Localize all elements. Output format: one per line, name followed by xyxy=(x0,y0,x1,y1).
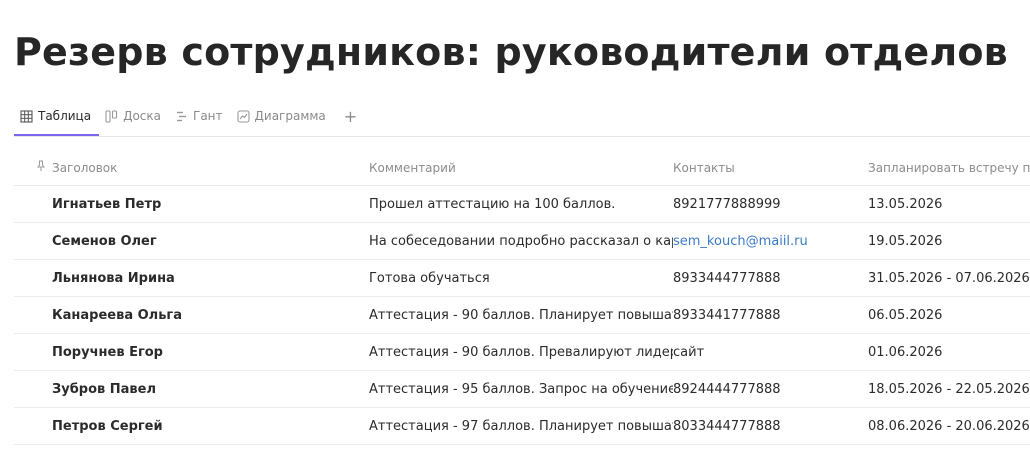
row-contact[interactable]: 8921777888999 xyxy=(673,197,868,212)
row-comment[interactable]: Аттестация - 95 баллов. Запрос на обучен… xyxy=(369,382,673,397)
column-header-contacts[interactable]: Контакты xyxy=(673,161,868,175)
row-meeting[interactable]: 13.05.2026 xyxy=(868,197,1030,212)
view-tabs: Таблица Доска Гант Диаграмма + xyxy=(14,96,365,136)
tabs-divider xyxy=(14,136,1030,137)
row-comment[interactable]: Прошел аттестацию на 100 баллов. xyxy=(369,197,673,212)
row-contact-email-link[interactable]: sem_kouch@maiil.ru xyxy=(673,234,868,249)
table-row[interactable]: Игнатьев Петр Прошел аттестацию на 100 б… xyxy=(14,186,1030,223)
tab-gantt-label: Гант xyxy=(193,109,223,123)
row-title[interactable]: Семенов Олег xyxy=(14,234,369,249)
column-header-title[interactable]: Заголовок xyxy=(14,160,369,175)
row-title[interactable]: Льнянова Ирина xyxy=(14,271,369,286)
chart-icon xyxy=(236,109,250,123)
table-row[interactable]: Льнянова Ирина Готова обучаться 89334447… xyxy=(14,260,1030,297)
table-row[interactable]: Зубров Павел Аттестация - 95 баллов. Зап… xyxy=(14,371,1030,408)
page-title: Резерв сотрудников: руководители отделов xyxy=(14,30,1008,74)
tab-board-label: Доска xyxy=(123,109,161,123)
gantt-icon xyxy=(175,110,188,123)
row-meeting[interactable]: 31.05.2026 - 07.06.2026 xyxy=(868,271,1030,286)
table-row[interactable]: Петров Сергей Аттестация - 97 баллов. Пл… xyxy=(14,408,1030,445)
table-header: Заголовок Комментарий Контакты Запланиро… xyxy=(14,150,1030,186)
row-meeting[interactable]: 08.06.2026 - 20.06.2026 xyxy=(868,419,1030,434)
row-meeting[interactable]: 06.05.2026 xyxy=(868,308,1030,323)
pin-icon xyxy=(36,160,46,175)
row-meeting[interactable]: 18.05.2026 - 22.05.2026 xyxy=(868,382,1030,397)
add-tab-button[interactable]: + xyxy=(334,96,365,136)
row-contact[interactable]: сайт xyxy=(673,345,868,360)
row-comment[interactable]: Аттестация - 90 баллов. Превалируют лиде… xyxy=(369,345,673,360)
column-header-meeting[interactable]: Запланировать встречу п xyxy=(868,161,1030,175)
row-contact[interactable]: 8924444777888 xyxy=(673,382,868,397)
tab-table-label: Таблица xyxy=(38,109,92,123)
row-meeting[interactable]: 19.05.2026 xyxy=(868,234,1030,249)
row-meeting[interactable]: 01.06.2026 xyxy=(868,345,1030,360)
table-row[interactable]: Семенов Олег На собеседовании подробно р… xyxy=(14,223,1030,260)
column-header-comment[interactable]: Комментарий xyxy=(369,161,673,175)
column-header-title-label: Заголовок xyxy=(52,160,118,175)
table-row[interactable]: Поручнев Егор Аттестация - 90 баллов. Пр… xyxy=(14,334,1030,371)
tab-board[interactable]: Доска xyxy=(99,96,169,136)
row-contact[interactable]: 8933441777888 xyxy=(673,308,868,323)
row-contact[interactable]: 8933444777888 xyxy=(673,271,868,286)
row-title[interactable]: Поручнев Егор xyxy=(14,345,369,360)
row-title[interactable]: Петров Сергей xyxy=(14,419,369,434)
row-title[interactable]: Игнатьев Петр xyxy=(14,197,369,212)
board-icon xyxy=(105,109,118,123)
row-contact[interactable]: 8033444777888 xyxy=(673,419,868,434)
table-row[interactable]: Канареева Ольга Аттестация - 90 баллов. … xyxy=(14,297,1030,334)
row-title[interactable]: Канареева Ольга xyxy=(14,308,369,323)
tab-chart-label: Диаграмма xyxy=(254,109,326,123)
row-comment[interactable]: На собеседовании подробно рассказал о ка… xyxy=(369,234,673,249)
row-comment[interactable]: Готова обучаться xyxy=(369,271,673,286)
table-icon xyxy=(20,109,33,123)
tab-table[interactable]: Таблица xyxy=(14,96,100,136)
data-table: Заголовок Комментарий Контакты Запланиро… xyxy=(14,150,1030,445)
row-comment[interactable]: Аттестация - 90 баллов. Планирует повыша… xyxy=(369,308,673,323)
row-title[interactable]: Зубров Павел xyxy=(14,382,369,397)
tab-gantt[interactable]: Гант xyxy=(169,96,231,136)
tab-chart[interactable]: Диаграмма xyxy=(231,96,334,136)
row-comment[interactable]: Аттестация - 97 баллов. Планирует повыша… xyxy=(369,419,673,434)
